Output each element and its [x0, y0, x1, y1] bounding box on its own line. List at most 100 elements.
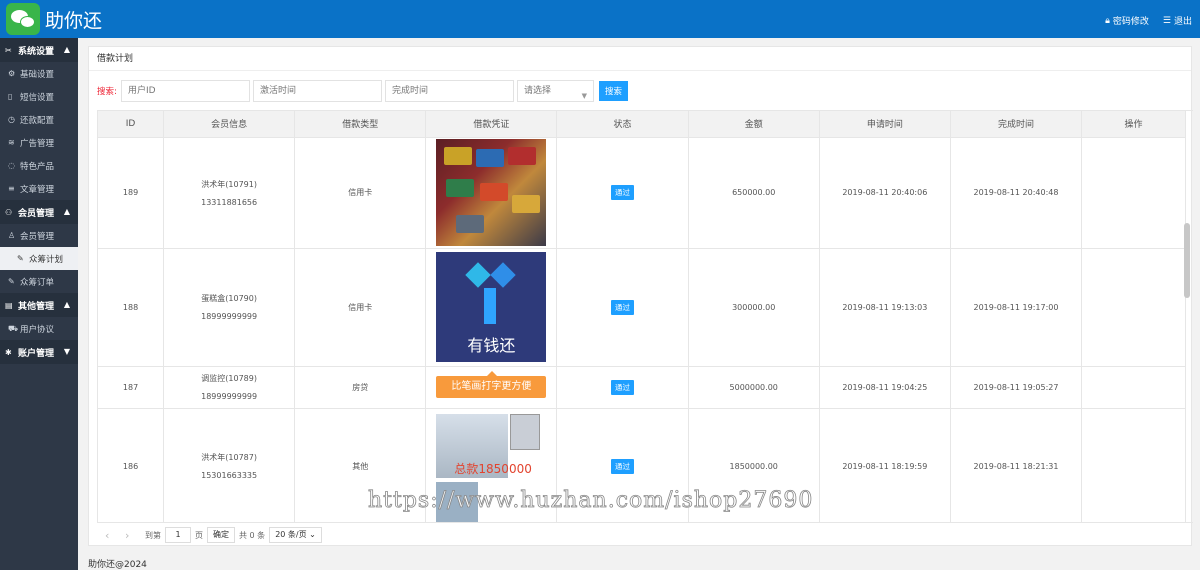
status-badge: 通过: [611, 185, 635, 200]
total-count: 共 0 条: [239, 530, 266, 540]
list-icon: ≡: [8, 184, 15, 193]
gear-icon: ⚙: [8, 69, 16, 78]
column-header[interactable]: 完成时间: [950, 111, 1083, 138]
sidebar-item-crowdfunding-orders[interactable]: ✎ 众筹订单: [0, 270, 78, 293]
page-size-select[interactable]: 20 条/页 ⌄: [269, 527, 322, 543]
column-header[interactable]: 借款凭证: [425, 111, 558, 138]
main-panel: 借款计划 搜索: 用户ID 激活时间 完成时间 请选择 ▼ 搜索 ID 会员信息…: [88, 46, 1193, 546]
cell-id: 187: [98, 366, 165, 409]
edit-icon: ✎: [17, 254, 24, 263]
user-id-input[interactable]: 用户ID: [121, 80, 250, 102]
header-actions: 🔒︎ 密码修改 ☰ 退出: [1105, 14, 1192, 28]
chevron-down-icon: ⌄: [309, 530, 316, 539]
logout-link[interactable]: ☰ 退出: [1162, 14, 1192, 28]
cell-type: 房贷: [294, 366, 427, 409]
image-caption: 总款1850000: [454, 462, 532, 476]
document-icon: ▤: [5, 300, 13, 310]
column-header[interactable]: 状态: [556, 111, 689, 138]
sidebar-item-repay-config[interactable]: ◷ 还款配置: [0, 108, 78, 131]
column-header[interactable]: 会员信息: [163, 111, 296, 138]
search-button[interactable]: 搜索: [599, 81, 628, 101]
sidebar-item-sms-settings[interactable]: ▯ 短信设置: [0, 85, 78, 108]
sidebar: ✂ 系统设置 ▲ ⚙ 基础设置 ▯ 短信设置 ◷ 还款配置 ≋ 广告管理 ◌ 特色产品 ≡…: [0, 38, 78, 570]
caret-up-icon: ▲: [63, 300, 70, 309]
activate-time-input[interactable]: 激活时间: [253, 80, 382, 102]
status-badge: 通过: [611, 299, 635, 315]
page-number-input[interactable]: 1: [165, 527, 191, 543]
cell-status: 通过: [556, 366, 689, 409]
sidebar-group-account[interactable]: ✱ 账户管理 ▼: [0, 340, 78, 364]
user-icon: ♙: [8, 231, 16, 240]
cell-member: 洪术年(10787) 15301663335: [163, 408, 296, 522]
status-select[interactable]: 请选择 ▼: [517, 80, 594, 102]
next-page-icon[interactable]: ›: [125, 529, 145, 542]
image-caption: 有钱还: [467, 336, 516, 355]
sidebar-item-article-management[interactable]: ≡ 文章管理: [0, 177, 78, 200]
sidebar-item-ad-management[interactable]: ≋ 广告管理: [0, 131, 78, 154]
cell-member: 洪术年(10791) 13311881656: [163, 137, 296, 249]
car-icon: ⛟: [8, 323, 19, 333]
cell-finish-time: 2019-08-11 19:05:27: [950, 366, 1083, 409]
footer-copyright: 助你还@2024: [88, 560, 147, 570]
cell-apply-time: 2019-08-11 19:13:03: [819, 248, 951, 367]
users-icon: ⚇: [5, 207, 13, 217]
cell-finish-time: 2019-08-11 20:40:48: [950, 137, 1083, 249]
cell-member: 调监控(10789) 18999999999: [163, 366, 296, 409]
cell-status: 通过: [556, 137, 689, 249]
column-header[interactable]: 借款类型: [294, 111, 427, 138]
sidebar-item-user-agreement[interactable]: ⛟ 用户协议: [0, 317, 78, 340]
sidebar-item-featured-products[interactable]: ◌ 特色产品: [0, 154, 78, 177]
confirm-page-button[interactable]: 确定: [207, 527, 235, 543]
sidebar-group-other[interactable]: ▤ 其他管理 ▲: [0, 293, 78, 317]
change-password-link[interactable]: 🔒︎ 密码修改: [1105, 14, 1149, 28]
search-label: 搜索:: [97, 87, 117, 97]
column-header[interactable]: ID: [98, 111, 165, 138]
tools-icon: ✂: [5, 45, 12, 55]
cell-amount: 300000.00: [688, 248, 820, 367]
column-header[interactable]: 操作: [1081, 111, 1186, 138]
table-scrollbar[interactable]: [1184, 223, 1190, 298]
cell-apply-time: 2019-08-11 19:04:25: [819, 366, 951, 409]
cell-member: 蛋糕盒(10790) 18999999999: [163, 248, 296, 367]
menu-icon: ☰: [1162, 15, 1171, 26]
cell-finish-time: 2019-08-11 19:17:00: [950, 248, 1083, 367]
table-row: 189 洪术年(10791) 13311881656 信用卡 通过 650000…: [98, 137, 1186, 249]
table-header-row: ID 会员信息 借款类型 借款凭证 状态 金额 申请时间 完成时间 操作: [98, 111, 1186, 138]
voucher-image[interactable]: [436, 139, 547, 246]
lock-icon: 🔒︎: [1105, 15, 1110, 26]
cell-actions: [1081, 408, 1186, 522]
caret-down-icon: ▼: [63, 347, 70, 356]
caret-up-icon: ▲: [63, 45, 70, 54]
status-badge: 通过: [611, 379, 635, 395]
caret-up-icon: ▲: [63, 207, 70, 216]
cell-id: 188: [98, 248, 165, 367]
goto-label: 到第: [145, 530, 161, 540]
sidebar-item-member-management[interactable]: ♙ 会员管理: [0, 224, 78, 247]
cell-status: 通过: [556, 248, 689, 367]
cell-id: 186: [98, 408, 165, 522]
wechat-logo-icon: [6, 3, 40, 35]
prev-page-icon[interactable]: ‹: [105, 529, 125, 542]
cell-apply-time: 2019-08-11 18:19:59: [819, 408, 951, 522]
edit-icon: ✎: [8, 277, 15, 286]
cell-amount: 650000.00: [688, 137, 820, 249]
cell-voucher: 有钱还: [425, 248, 558, 367]
chevron-down-icon: ▼: [581, 92, 587, 100]
gear-icon: ✱: [5, 347, 12, 357]
sidebar-item-basic-settings[interactable]: ⚙ 基础设置: [0, 62, 78, 85]
sidebar-group-members[interactable]: ⚇ 会员管理 ▲: [0, 200, 78, 224]
table-row: 188 蛋糕盒(10790) 18999999999 信用卡 有钱还 通过 300…: [98, 248, 1186, 367]
table-row: 187 调监控(10789) 18999999999 房贷 比笔画打字更方便 通过…: [98, 366, 1186, 409]
column-header[interactable]: 申请时间: [819, 111, 951, 138]
cell-voucher: [425, 137, 558, 249]
cell-id: 189: [98, 137, 165, 249]
column-header[interactable]: 金额: [688, 111, 820, 138]
data-table: ID 会员信息 借款类型 借款凭证 状态 金额 申请时间 完成时间 操作 189…: [97, 110, 1193, 523]
sidebar-item-crowdfunding-plan[interactable]: ✎ 众筹计划: [0, 247, 78, 270]
sidebar-group-system[interactable]: ✂ 系统设置 ▲: [0, 38, 78, 62]
voucher-image[interactable]: 有钱还: [436, 252, 547, 362]
finish-time-input[interactable]: 完成时间: [385, 80, 514, 102]
top-header: 助你还 🔒︎ 密码修改 ☰ 退出: [0, 0, 1200, 38]
cell-voucher: 比笔画打字更方便: [425, 366, 558, 409]
cell-actions: [1081, 366, 1186, 409]
